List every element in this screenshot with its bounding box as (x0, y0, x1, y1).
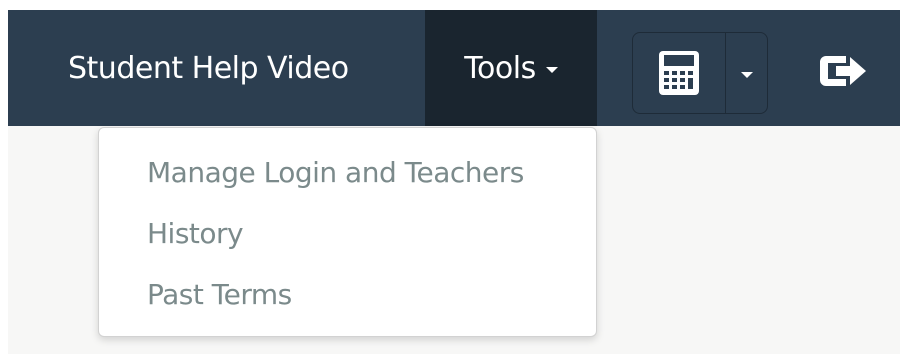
student-help-video-link[interactable]: Student Help Video (68, 10, 349, 126)
student-help-video-label: Student Help Video (68, 50, 349, 86)
sign-out-icon (820, 56, 866, 86)
top-navbar: Student Help Video Tools (8, 10, 900, 126)
menu-item-label: Past Terms (147, 277, 292, 311)
menu-item-label: Manage Login and Teachers (147, 155, 524, 189)
menu-item-history[interactable]: History (147, 210, 244, 256)
calculator-dropdown-toggle[interactable] (726, 33, 767, 113)
calculator-button-group (632, 32, 768, 114)
tools-dropdown-menu: Manage Login and Teachers History Past T… (98, 127, 597, 337)
calculator-button[interactable] (633, 33, 726, 113)
caret-down-icon (545, 67, 558, 73)
menu-item-label: History (147, 216, 244, 250)
caret-down-icon (740, 72, 753, 78)
logout-button[interactable] (816, 48, 874, 94)
tools-label: Tools (464, 50, 536, 86)
menu-item-manage-login[interactable]: Manage Login and Teachers (147, 149, 524, 195)
tools-dropdown-toggle[interactable]: Tools (425, 10, 597, 126)
calculator-icon (659, 51, 699, 95)
menu-item-past-terms[interactable]: Past Terms (147, 271, 292, 317)
